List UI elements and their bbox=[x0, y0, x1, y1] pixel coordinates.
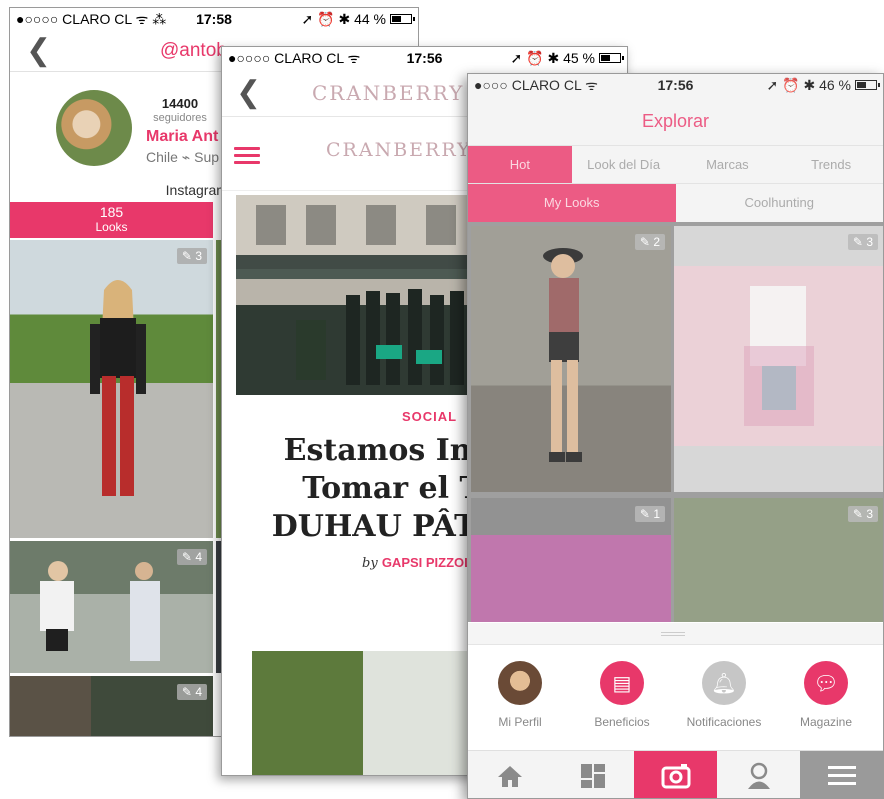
coupon-icon: ▤ bbox=[600, 661, 644, 705]
tab-profile[interactable] bbox=[717, 751, 800, 798]
look-photo bbox=[90, 280, 146, 496]
home-icon bbox=[497, 765, 522, 787]
notificaciones-button[interactable]: 🔔︎ Notificaciones bbox=[674, 661, 774, 729]
look-tile[interactable]: ✎ 3 bbox=[10, 240, 213, 538]
user-icon bbox=[747, 762, 770, 789]
battery-icon bbox=[855, 80, 880, 90]
menu-icon bbox=[827, 765, 856, 785]
tab-grid[interactable] bbox=[551, 751, 634, 798]
battery-icon bbox=[390, 14, 415, 24]
looks-tab[interactable]: 185 Looks bbox=[10, 202, 213, 238]
look-photo bbox=[543, 248, 583, 462]
screenshot-collage: ●○○○○ CLARO CL ᯤ ⁂ 17:58 ➚ ⏰ ✱ 44 % ❮ @a… bbox=[0, 0, 884, 799]
article-category[interactable]: SOCIAL bbox=[402, 409, 457, 424]
article-byline: by GAPSI PIZZOL bbox=[362, 555, 473, 571]
status-bar: ●○○○○ CLARO CL ᯤ 17:56 ➚ ⏰ ✱ 45 % bbox=[222, 47, 627, 69]
explore-subtabs: My Looks Coolhunting bbox=[468, 184, 883, 222]
status-bar: ●○○○ CLARO CL ᯤ 17:56 ➚ ⏰ ✱ 46 % bbox=[468, 74, 883, 96]
subtab-coolhunting[interactable]: Coolhunting bbox=[676, 184, 884, 222]
battery-icon bbox=[599, 53, 624, 63]
author-link[interactable]: GAPSI PIZZOL bbox=[382, 555, 472, 570]
explore-screen: ●○○○ CLARO CL ᯤ 17:56 ➚ ⏰ ✱ 46 % Explora… bbox=[467, 73, 884, 799]
look-tile[interactable]: ✎ 1 bbox=[471, 498, 671, 622]
chat-bubble-icon: 💬︎ bbox=[804, 661, 848, 705]
hamburger-menu-icon[interactable] bbox=[234, 147, 260, 168]
page-title: Explorar bbox=[468, 96, 883, 146]
look-tile[interactable]: ✎ 4 bbox=[10, 541, 213, 673]
camera-icon bbox=[661, 763, 690, 788]
profile-name: Maria Ant bbox=[146, 128, 219, 145]
looks-label: Looks bbox=[95, 220, 128, 234]
tag-count-badge: ✎ 3 bbox=[176, 248, 207, 264]
brand-logo: CRANBERRY bbox=[326, 139, 472, 161]
looks-grid: ✎ 2 ✎ 3 ✎ 1 ✎ 3 bbox=[468, 222, 883, 622]
tab-hot[interactable]: Hot bbox=[468, 146, 572, 183]
mi-perfil-button[interactable]: Mi Perfil bbox=[470, 661, 570, 729]
beneficios-button[interactable]: ▤ Beneficios bbox=[572, 661, 672, 729]
tag-count-badge: ✎ 3 bbox=[847, 506, 878, 522]
subtab-my-looks[interactable]: My Looks bbox=[468, 184, 676, 222]
profile-handle: @antob bbox=[160, 39, 227, 61]
back-chevron-icon[interactable]: ❮ bbox=[222, 75, 261, 110]
status-icons: ➚ ⏰ ✱ 45 % bbox=[510, 49, 595, 66]
look-photo bbox=[674, 266, 883, 446]
status-icons: ➚ ⏰ ✱ 46 % bbox=[766, 76, 851, 93]
status-icons: ➚ ⏰ ✱ 44 % bbox=[301, 10, 386, 27]
tab-trends[interactable]: Trends bbox=[779, 146, 883, 183]
brand-logo: CRANBERRY bbox=[312, 80, 465, 105]
tag-count-badge: ✎ 4 bbox=[176, 684, 207, 700]
tab-home[interactable] bbox=[468, 751, 551, 798]
drawer-handle[interactable] bbox=[468, 623, 883, 645]
tag-count-badge: ✎ 1 bbox=[634, 506, 665, 522]
look-tile[interactable]: ✎ 2 bbox=[471, 226, 671, 492]
carrier-label: ●○○○ CLARO CL ᯤ bbox=[474, 76, 598, 93]
tag-count-badge: ✎ 2 bbox=[634, 234, 665, 250]
profile-location: Chile ⌁ Sup bbox=[146, 149, 220, 165]
explore-tabs: Hot Look del Día Marcas Trends bbox=[468, 146, 883, 184]
tab-marcas[interactable]: Marcas bbox=[676, 146, 780, 183]
tag-count-badge: ✎ 4 bbox=[176, 549, 207, 565]
back-chevron-icon[interactable]: ❮ bbox=[10, 33, 51, 68]
tag-count-badge: ✎ 3 bbox=[847, 234, 878, 250]
bell-icon: 🔔︎ bbox=[702, 661, 746, 705]
carrier-label: ●○○○○ CLARO CL ᯤ bbox=[228, 49, 361, 66]
avatar[interactable] bbox=[56, 90, 132, 166]
grid-icon bbox=[580, 763, 605, 788]
carrier-label: ●○○○○ CLARO CL ᯤ ⁂ bbox=[16, 10, 167, 27]
tab-menu[interactable] bbox=[800, 751, 883, 798]
followers-count: 14400 bbox=[161, 96, 199, 111]
status-bar: ●○○○○ CLARO CL ᯤ ⁂ 17:58 ➚ ⏰ ✱ 44 % bbox=[10, 8, 418, 30]
bottom-drawer: Mi Perfil ▤ Beneficios 🔔︎ Notificaciones… bbox=[468, 623, 883, 798]
look-tile[interactable]: ✎ 3 bbox=[674, 498, 883, 622]
avatar bbox=[498, 661, 542, 705]
looks-count: 185 bbox=[99, 204, 124, 220]
magazine-button[interactable]: 💬︎ Magazine bbox=[776, 661, 876, 729]
tab-look-del-dia[interactable]: Look del Día bbox=[572, 146, 676, 183]
followers-label: seguidores bbox=[153, 112, 207, 124]
tab-bar bbox=[468, 750, 883, 798]
look-tile[interactable]: ✎ 3 bbox=[674, 226, 883, 492]
tab-camera[interactable] bbox=[634, 751, 717, 798]
look-tile[interactable]: ✎ 4 bbox=[10, 676, 213, 736]
